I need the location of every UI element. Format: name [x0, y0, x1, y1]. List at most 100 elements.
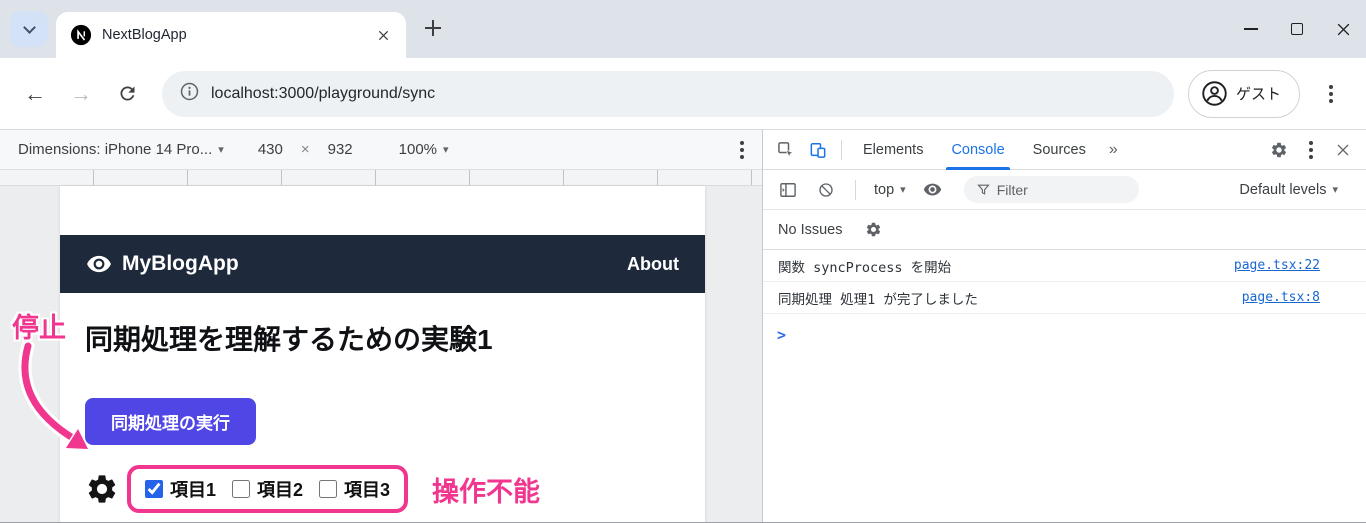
issues-status: No Issues	[778, 222, 842, 238]
log-levels-select[interactable]: Default levels ▾	[1235, 182, 1342, 198]
console-filter[interactable]	[964, 176, 1139, 203]
kebab-icon	[1329, 85, 1333, 103]
clear-console-icon[interactable]	[811, 175, 841, 205]
app-header: MyBlogApp About	[60, 235, 705, 293]
divider	[841, 140, 842, 160]
browser-tab[interactable]: NextBlogApp	[56, 12, 406, 58]
page-title: 同期処理を理解するための実験1	[85, 318, 705, 358]
chevron-down-icon: ▾	[218, 143, 224, 156]
source-link[interactable]: page.tsx:8	[1242, 290, 1320, 305]
checkbox-3[interactable]	[319, 480, 337, 498]
plus-icon	[425, 20, 441, 36]
zoom-select[interactable]: 100% ▾	[399, 141, 449, 158]
close-button[interactable]	[1320, 0, 1366, 58]
checkbox-2[interactable]	[232, 480, 250, 498]
maximize-icon	[1291, 23, 1303, 35]
address-bar[interactable]: localhost:3000/playground/sync	[162, 71, 1174, 117]
tab-elements[interactable]: Elements	[850, 130, 936, 170]
chevron-down-icon: ▾	[1332, 183, 1338, 196]
page-content: 同期処理を理解するための実験1 同期処理の実行 項目1	[60, 318, 705, 513]
console-message: 関数 syncProcess を開始	[778, 256, 951, 276]
back-button[interactable]: ←	[14, 73, 56, 115]
dimensions-select[interactable]: Dimensions: iPhone 14 Pro...	[18, 141, 212, 158]
reload-button[interactable]	[106, 73, 148, 115]
divider	[855, 180, 856, 200]
console-sidebar-icon[interactable]	[773, 175, 803, 205]
browser-menu-button[interactable]	[1310, 73, 1352, 115]
annotation-not-operable: 操作不能	[432, 470, 540, 509]
run-sync-button[interactable]: 同期処理の実行	[85, 398, 256, 445]
filter-input[interactable]	[997, 182, 1127, 198]
new-tab-button[interactable]	[418, 13, 448, 43]
context-value: top	[874, 182, 894, 198]
checkbox-label-1: 項目1	[170, 476, 216, 502]
device-mode-stage: MyBlogApp About 同期処理を理解するための実験1 同期処理の実行	[0, 170, 762, 523]
console-prompt-row[interactable]: >	[763, 314, 1366, 344]
annotation-stop: 停止	[12, 306, 66, 345]
chevron-down-icon	[23, 21, 36, 34]
browser-titlebar: NextBlogApp	[0, 0, 1366, 58]
tab-close-icon[interactable]	[370, 22, 396, 48]
checkbox-item-1[interactable]: 項目1	[145, 476, 216, 502]
levels-value: Default levels	[1239, 182, 1326, 198]
checkbox-item-2[interactable]: 項目2	[232, 476, 303, 502]
checkbox-1[interactable]	[145, 480, 163, 498]
devtools-settings-icon[interactable]	[1264, 135, 1294, 165]
url-text: localhost:3000/playground/sync	[211, 85, 435, 103]
device-toolbar-toggle-icon[interactable]	[803, 135, 833, 165]
checkbox-item-3[interactable]: 項目3	[319, 476, 390, 502]
brand-label: MyBlogApp	[122, 252, 239, 276]
more-tabs-button[interactable]: »	[1101, 141, 1126, 159]
ruler	[0, 170, 762, 186]
chevron-down-icon: ▾	[900, 183, 906, 196]
browser-navbar: ← → localhost:3000/playground/sync ゲスト	[0, 58, 1366, 130]
device-toolbar-menu-button[interactable]	[740, 141, 744, 159]
live-expression-eye-icon[interactable]	[918, 175, 948, 205]
devtools-panel: Elements Console Sources » top ▾	[762, 130, 1366, 523]
inspect-element-icon[interactable]	[771, 135, 801, 165]
viewport-height-input[interactable]: 932	[328, 141, 353, 158]
console-settings-icon[interactable]	[858, 215, 888, 245]
gear-icon	[85, 472, 119, 506]
device-mode-pane: Dimensions: iPhone 14 Pro... ▾ 430 × 932…	[0, 130, 762, 523]
site-info-icon[interactable]	[180, 82, 199, 106]
source-link[interactable]: page.tsx:22	[1234, 258, 1320, 273]
checkbox-label-2: 項目2	[257, 476, 303, 502]
guest-label: ゲスト	[1236, 83, 1281, 104]
console-toolbar: top ▾ Default levels ▾	[763, 170, 1366, 210]
device-toolbar: Dimensions: iPhone 14 Pro... ▾ 430 × 932…	[0, 130, 762, 170]
window-controls	[1228, 0, 1366, 58]
nav-link-about[interactable]: About	[627, 254, 679, 275]
devtools-menu-button[interactable]	[1296, 135, 1326, 165]
console-prompt-icon[interactable]: >	[777, 326, 786, 344]
tab-sources[interactable]: Sources	[1020, 130, 1099, 170]
multiply-sign: ×	[301, 141, 310, 158]
devtools-close-button[interactable]	[1328, 135, 1358, 165]
app-brand[interactable]: MyBlogApp	[86, 251, 239, 277]
profile-button[interactable]: ゲスト	[1188, 70, 1300, 118]
tab-console[interactable]: Console	[938, 130, 1017, 170]
console-message-row: 同期処理 処理1 が完了しました page.tsx:8	[763, 282, 1366, 314]
minimize-icon	[1244, 28, 1258, 30]
tab-title: NextBlogApp	[102, 27, 360, 43]
context-select[interactable]: top ▾	[870, 182, 910, 198]
viewport-width-input[interactable]: 430	[258, 141, 283, 158]
forward-button[interactable]: →	[60, 73, 102, 115]
console-output: 関数 syncProcess を開始 page.tsx:22 同期処理 処理1 …	[763, 250, 1366, 523]
tab-search-button[interactable]	[10, 11, 48, 47]
issues-bar: No Issues	[763, 210, 1366, 250]
zoom-value: 100%	[399, 141, 437, 158]
devtools-tabbar: Elements Console Sources »	[763, 130, 1366, 170]
checkbox-group-highlight: 項目1 項目2 項目3	[127, 465, 408, 513]
checkbox-label-3: 項目3	[344, 476, 390, 502]
checkbox-row: 項目1 項目2 項目3 操作不能	[85, 465, 705, 513]
eye-icon	[86, 251, 112, 277]
device-viewport: MyBlogApp About 同期処理を理解するための実験1 同期処理の実行	[60, 186, 705, 523]
console-message: 同期処理 処理1 が完了しました	[778, 288, 978, 308]
filter-funnel-icon	[976, 182, 991, 197]
user-avatar-icon	[1201, 80, 1228, 107]
reload-icon	[117, 83, 138, 104]
minimize-button[interactable]	[1228, 0, 1274, 58]
kebab-icon	[1309, 141, 1313, 159]
maximize-button[interactable]	[1274, 0, 1320, 58]
